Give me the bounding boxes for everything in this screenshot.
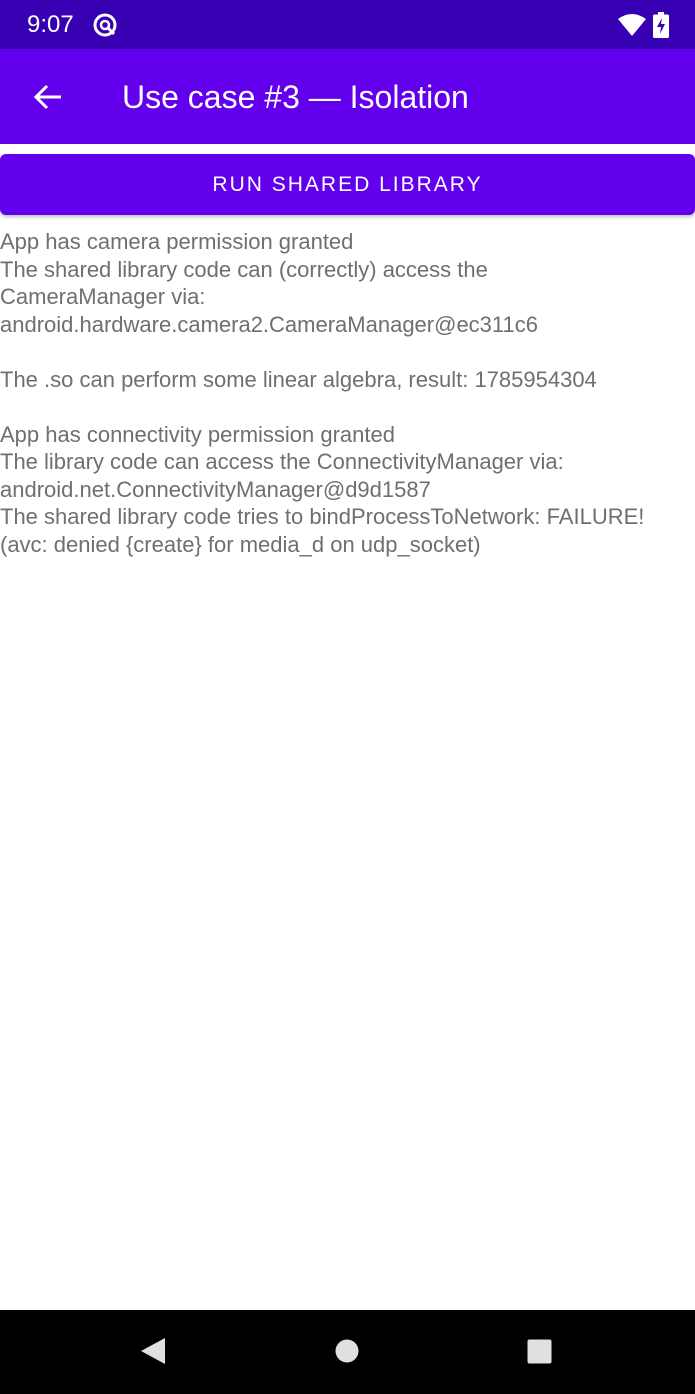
wifi-icon <box>618 14 646 36</box>
output-line: android.net.ConnectivityManager@d9d1587 <box>0 476 431 502</box>
app-bar: Use case #3 — Isolation <box>0 49 695 144</box>
output-line: App has camera permission granted <box>0 229 354 254</box>
back-button[interactable] <box>18 67 78 127</box>
output-line: The .so can perform some linear algebra,… <box>0 366 597 392</box>
status-bar: 9:07 <box>0 0 695 49</box>
output-text: App has camera permission granted The sh… <box>0 228 695 558</box>
output-line: android.hardware.camera2.CameraManager@e… <box>0 311 538 337</box>
output-line: The shared library code can (correctly) … <box>0 256 488 282</box>
output-line: App has connectivity permission granted <box>0 421 395 447</box>
nav-back-icon[interactable] <box>139 1336 167 1366</box>
page-title: Use case #3 — Isolation <box>122 79 469 115</box>
battery-charging-icon <box>653 12 669 38</box>
notification-icon <box>93 13 117 37</box>
output-line: The shared library code tries to bindPro… <box>0 504 645 529</box>
output-line: The library code can access the Connecti… <box>0 449 564 474</box>
arrow-left-icon <box>33 84 61 110</box>
output-line: (avc: denied {create} for media_d on udp… <box>0 531 481 557</box>
output-line: CameraManager via: <box>0 284 206 309</box>
run-shared-library-button[interactable]: RUN SHARED LIBRARY <box>0 154 695 215</box>
nav-home-icon[interactable] <box>335 1339 359 1363</box>
status-time: 9:07 <box>27 11 74 38</box>
nav-recents-icon[interactable] <box>527 1339 552 1364</box>
